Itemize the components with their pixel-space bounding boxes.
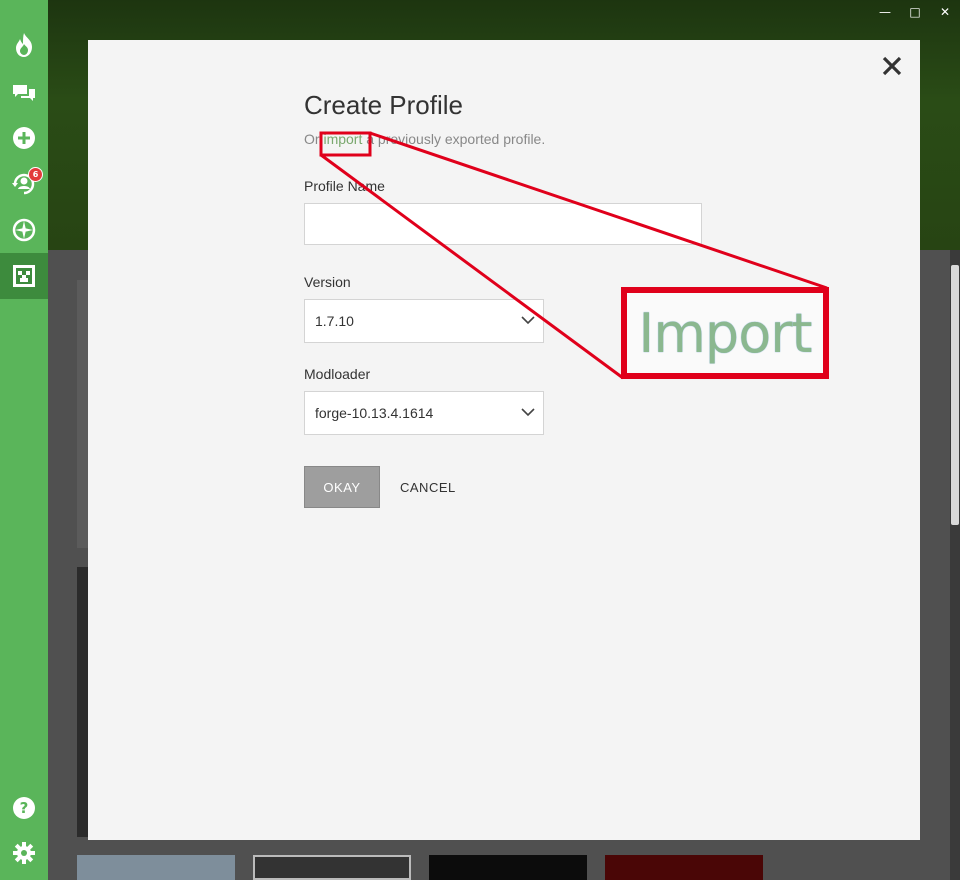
version-value: 1.7.10 bbox=[315, 313, 354, 329]
scrollbar-thumb[interactable] bbox=[951, 265, 959, 525]
profile-form: Create Profile Or import a previously ex… bbox=[304, 90, 724, 508]
thumbnail[interactable] bbox=[429, 855, 587, 880]
cancel-button[interactable]: CANCEL bbox=[400, 466, 456, 508]
friends-icon[interactable]: 6 bbox=[0, 161, 48, 207]
profile-name-input[interactable] bbox=[304, 203, 702, 245]
maximize-button[interactable]: □ bbox=[900, 0, 930, 24]
subtitle-suffix: a previously exported profile. bbox=[366, 131, 546, 147]
chevron-down-icon bbox=[521, 408, 535, 417]
background-card bbox=[77, 567, 88, 837]
modloader-label: Modloader bbox=[304, 366, 371, 382]
version-label: Version bbox=[304, 274, 351, 290]
add-icon[interactable] bbox=[0, 115, 48, 161]
window-controls: — □ ✕ bbox=[870, 0, 960, 24]
modloader-select[interactable]: forge-10.13.4.1614 bbox=[304, 391, 544, 435]
thumbnail[interactable] bbox=[77, 855, 235, 880]
help-icon[interactable]: ? bbox=[0, 785, 48, 831]
profile-name-label: Profile Name bbox=[304, 178, 385, 194]
thumbnail[interactable] bbox=[253, 855, 411, 880]
settings-icon[interactable] bbox=[0, 830, 48, 876]
chat-icon[interactable] bbox=[0, 70, 48, 116]
close-window-button[interactable]: ✕ bbox=[930, 0, 960, 24]
minecraft-icon[interactable] bbox=[0, 253, 48, 299]
thumbnail[interactable] bbox=[605, 855, 763, 880]
minimize-button[interactable]: — bbox=[870, 0, 900, 24]
close-dialog-button[interactable] bbox=[880, 54, 904, 78]
subtitle-prefix: Or bbox=[304, 131, 320, 147]
chevron-down-icon bbox=[521, 316, 535, 325]
zoom-callout-text: Import bbox=[638, 301, 812, 365]
close-icon bbox=[882, 56, 902, 76]
create-profile-dialog: Create Profile Or import a previously ex… bbox=[88, 40, 920, 840]
import-link[interactable]: import bbox=[323, 131, 362, 147]
modloader-value: forge-10.13.4.1614 bbox=[315, 405, 434, 421]
flame-icon[interactable] bbox=[0, 22, 48, 68]
compass-icon[interactable] bbox=[0, 207, 48, 253]
notification-badge: 6 bbox=[28, 167, 43, 182]
dialog-title: Create Profile bbox=[304, 90, 463, 120]
zoom-callout-box: Import bbox=[621, 287, 829, 379]
version-select[interactable]: 1.7.10 bbox=[304, 299, 544, 343]
background-card bbox=[77, 280, 88, 548]
okay-button[interactable]: OKAY bbox=[304, 466, 380, 508]
sidebar: 6 ? bbox=[0, 0, 48, 880]
dialog-subtitle: Or import a previously exported profile. bbox=[304, 131, 724, 147]
svg-text:?: ? bbox=[20, 799, 29, 817]
